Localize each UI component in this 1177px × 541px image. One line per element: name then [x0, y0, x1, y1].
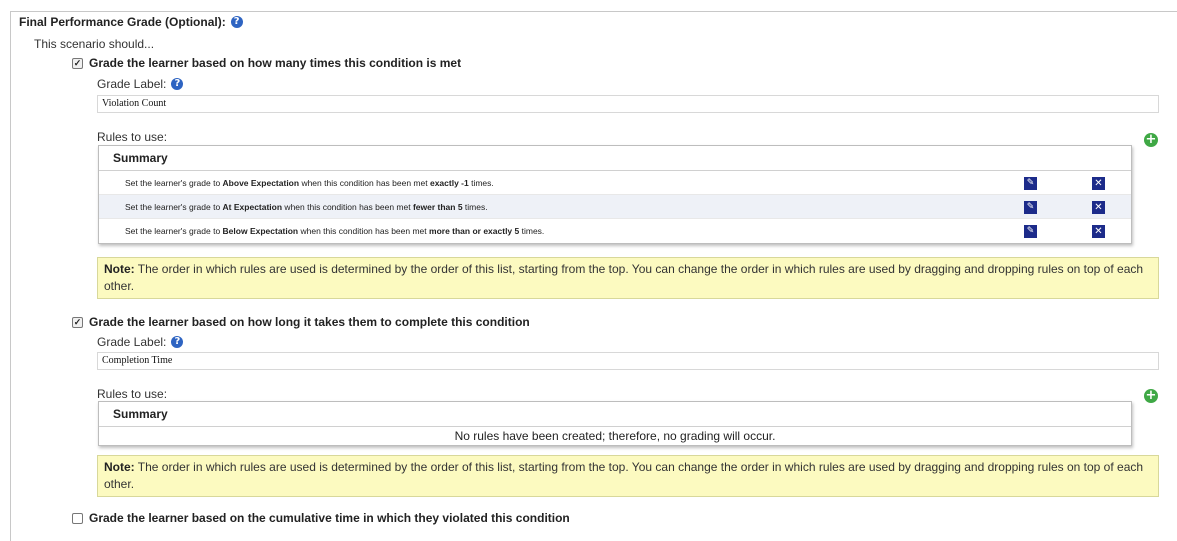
grade-label-input-1[interactable]: Violation Count — [97, 95, 1159, 113]
note-text: The order in which rules are used is det… — [104, 460, 1144, 491]
question-circle-icon[interactable]: ? — [171, 336, 184, 348]
rule-text: Set the learner's grade to Above Expecta… — [125, 177, 494, 188]
table-header: Summary — [99, 146, 1131, 171]
note-box-1: Note: The order in which rules are used … — [97, 257, 1159, 299]
question-circle-icon[interactable]: ? — [230, 16, 243, 28]
rules-table-2: Summary No rules have been created; ther… — [98, 401, 1132, 446]
grade-label-text: Grade Label: — [97, 335, 167, 349]
table-row[interactable]: Set the learner's grade to At Expectatio… — [99, 195, 1131, 219]
note-box-2: Note: The order in which rules are used … — [97, 455, 1159, 497]
checkbox-cumulative-icon[interactable] — [72, 512, 83, 524]
section-3-checkbox-label: Grade the learner based on the cumulativ… — [89, 511, 570, 525]
section-1-checkbox-label: Grade the learner based on how many time… — [89, 56, 462, 70]
grade-label-input-2[interactable]: Completion Time — [97, 352, 1159, 370]
empty-rules-message: No rules have been created; therefore, n… — [454, 429, 776, 443]
edit-pencil-icon[interactable]: ✎ — [1024, 225, 1037, 238]
delete-x-icon[interactable]: ✕ — [1092, 201, 1105, 214]
note-text: The order in which rules are used is det… — [104, 262, 1144, 293]
rules-table-1: Summary Set the learner's grade to Above… — [98, 145, 1132, 244]
table-row[interactable]: Set the learner's grade to Above Expecta… — [99, 171, 1131, 195]
rules-label-1: Rules to use: — [97, 130, 168, 144]
edit-pencil-icon[interactable]: ✎ — [1024, 201, 1037, 214]
grade-label-row-1: Grade Label: ? — [97, 77, 184, 91]
section-3-checkbox-row[interactable]: Grade the learner based on the cumulativ… — [72, 511, 570, 525]
add-rule-icon[interactable]: + — [1144, 389, 1158, 403]
rule-text: Set the learner's grade to At Expectatio… — [125, 201, 488, 212]
rules-label-2: Rules to use: — [97, 387, 168, 401]
add-rule-icon[interactable]: + — [1144, 133, 1158, 147]
fieldset-legend: Final Performance Grade (Optional): ? — [17, 14, 249, 30]
grade-label-row-2: Grade Label: ? — [97, 335, 184, 349]
rule-text: Set the learner's grade to Below Expecta… — [125, 226, 545, 236]
delete-x-icon[interactable]: ✕ — [1092, 177, 1105, 190]
section-1-checkbox-row[interactable]: ✓ Grade the learner based on how many ti… — [72, 56, 461, 70]
checkbox-time-icon[interactable]: ✓ — [72, 316, 83, 328]
note-title: Note: — [104, 460, 135, 474]
edit-pencil-icon[interactable]: ✎ — [1024, 177, 1037, 190]
section-2-checkbox-label: Grade the learner based on how long it t… — [89, 315, 530, 329]
note-title: Note: — [104, 262, 135, 276]
grade-label-text: Grade Label: — [97, 77, 167, 91]
legend-label: Final Performance Grade (Optional): — [19, 15, 226, 29]
question-circle-icon[interactable]: ? — [171, 78, 184, 90]
table-header: Summary — [99, 402, 1131, 427]
checkbox-count-icon[interactable]: ✓ — [72, 57, 83, 69]
section-2-checkbox-row[interactable]: ✓ Grade the learner based on how long it… — [72, 315, 530, 329]
table-row[interactable]: Set the learner's grade to Below Expecta… — [99, 219, 1131, 243]
delete-x-icon[interactable]: ✕ — [1092, 225, 1105, 238]
scenario-intro: This scenario should... — [34, 37, 155, 51]
